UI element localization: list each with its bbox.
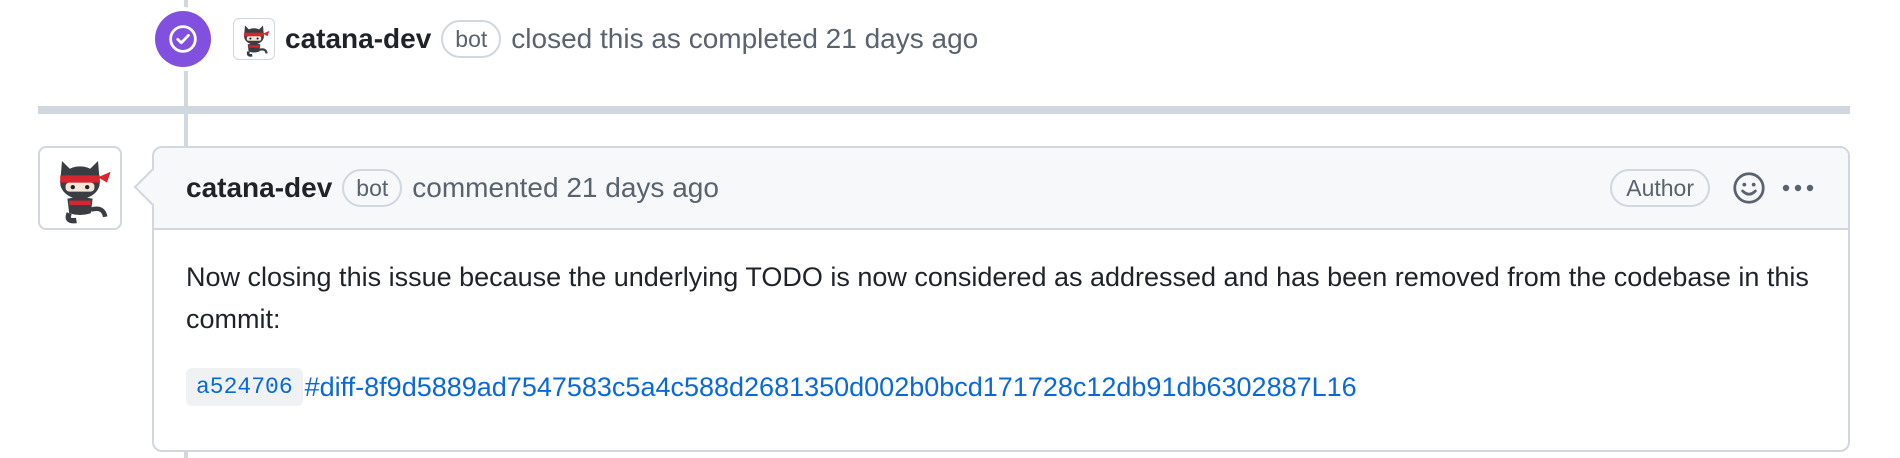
comment-timestamp[interactable]: commented 21 days ago <box>412 172 719 204</box>
timeline-separator <box>38 106 1850 114</box>
commit-sha-link[interactable]: a524706 <box>186 368 303 406</box>
comment-author-avatar[interactable] <box>38 146 122 230</box>
comment-header: catana-dev bot commented 21 days ago Aut… <box>154 148 1848 230</box>
closed-event: catana-dev bot closed this as completed … <box>155 11 979 67</box>
comment-bot-label: bot <box>342 169 403 207</box>
event-author-name[interactable]: catana-dev <box>285 23 431 55</box>
comment-text: Now closing this issue because the under… <box>186 262 1809 334</box>
commit-diff-link[interactable]: #diff-8f9d5889ad7547583c5a4c588d2681350d… <box>305 372 1357 403</box>
ninja-cat-avatar-icon <box>60 161 111 224</box>
ninja-cat-avatar-icon <box>244 25 270 57</box>
comment-author-name[interactable]: catana-dev <box>186 172 332 204</box>
comment-body: Now closing this issue because the under… <box>154 230 1848 406</box>
closed-badge <box>155 11 211 67</box>
comment-header-actions: Author <box>1610 169 1818 207</box>
author-label: Author <box>1610 169 1710 207</box>
comment-box: catana-dev bot commented 21 days ago Aut… <box>152 146 1850 452</box>
add-reaction-button[interactable] <box>1732 171 1766 205</box>
comment-options-button[interactable] <box>1778 171 1818 205</box>
kebab-horizontal-icon <box>1782 184 1814 192</box>
event-description: closed this as completed 21 days ago <box>511 23 979 54</box>
event-author-avatar[interactable] <box>233 18 275 60</box>
event-bot-label: bot <box>441 20 502 58</box>
commit-reference: a524706 #diff-8f9d5889ad7547583c5a4c588d… <box>186 368 1816 406</box>
check-circle-icon <box>169 25 197 53</box>
smiley-icon <box>1733 172 1765 204</box>
